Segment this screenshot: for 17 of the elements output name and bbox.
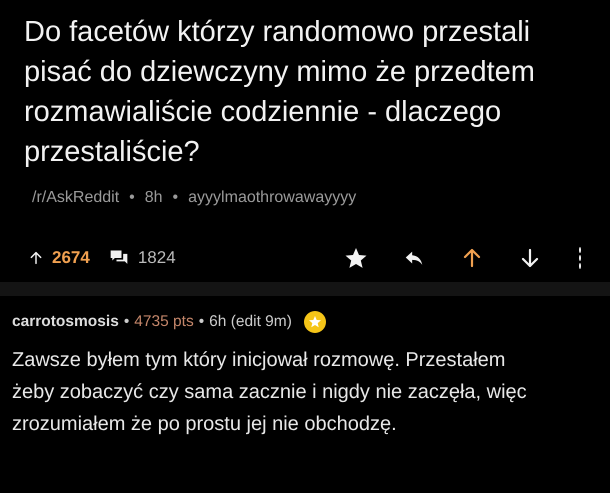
- star-icon[interactable]: [344, 246, 368, 270]
- post-author[interactable]: ayyylmaothrowawayyyy: [188, 186, 356, 210]
- separator-dot: •: [172, 188, 178, 208]
- comment-age: 6h (edit 9m): [209, 312, 292, 332]
- post-title: Do facetów którzy randomowo przestali pisać do dziewczyny mimo że przedtem rozmawialiście codziennie - dlaczego przestaliście?: [23, 15, 536, 170]
- comment-count: 1824: [138, 247, 176, 270]
- comment-text: Zawsze byłem tym który inicjował rozmowę. Przestałem żeby zobaczyć czy sama zacznie i nigdy nie zaczęła, więc zrozumiałem że po prostu jej nie obchodzę.: [11, 348, 528, 437]
- separator-dot: •: [198, 312, 204, 332]
- comment-author[interactable]: carrotosmosis: [12, 310, 119, 334]
- separator-dot: •: [129, 188, 135, 208]
- upvote-arrow-icon: [28, 249, 44, 267]
- comment-points: 4735 pts: [134, 312, 194, 332]
- subreddit-link[interactable]: /r/AskReddit: [32, 186, 120, 210]
- post-age: 8h: [144, 188, 163, 208]
- score-count: 2674: [52, 247, 90, 270]
- more-options-icon[interactable]: [576, 246, 584, 270]
- separator-dot: •: [124, 312, 130, 332]
